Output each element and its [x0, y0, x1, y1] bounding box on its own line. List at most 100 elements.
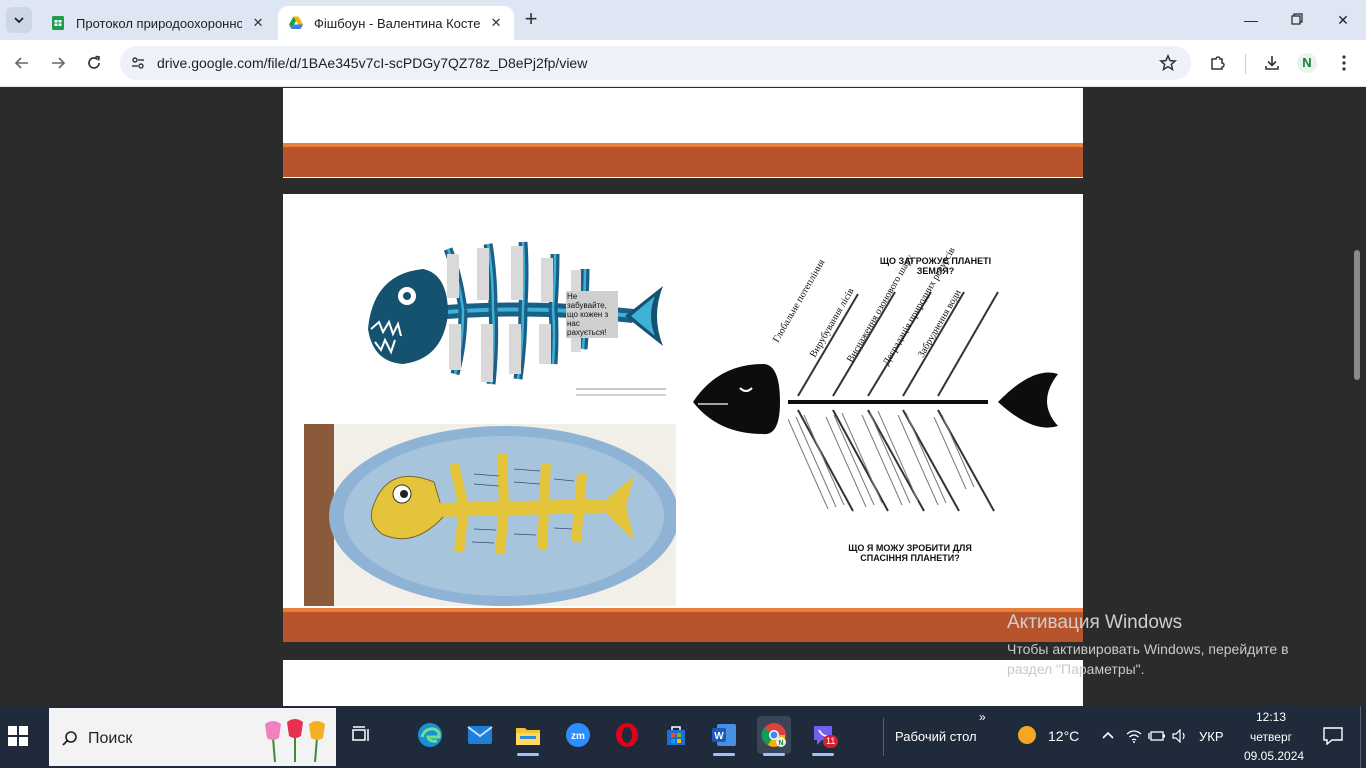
tray-battery[interactable]: [1148, 729, 1166, 746]
taskbar-store[interactable]: [659, 716, 693, 754]
taskbar-opera[interactable]: [610, 716, 644, 754]
sun-icon: [1018, 726, 1036, 744]
language-indicator[interactable]: УКР: [1199, 729, 1224, 744]
clock-time[interactable]: 12:13: [1256, 710, 1286, 724]
slide-bottom-band: [283, 143, 1083, 177]
start-button[interactable]: [8, 726, 30, 748]
tab-title: Фішбоун - Валентина Костенк: [314, 15, 481, 31]
temperature[interactable]: 12°C: [1048, 728, 1079, 744]
taskbar-mail[interactable]: [463, 716, 497, 754]
browser-toolbar: drive.google.com/file/d/1BAe345v7cI-scPD…: [0, 40, 1366, 87]
tray-volume[interactable]: [1172, 728, 1188, 746]
store-icon: [667, 726, 685, 745]
image-caption-placeholder: [576, 388, 666, 390]
site-info-icon[interactable]: [130, 55, 146, 71]
tab-search-button[interactable]: [6, 7, 32, 33]
tab-fishbone[interactable]: Фішбоун - Валентина Костенк ✕: [278, 6, 514, 40]
clock-date[interactable]: 09.05.2024: [1244, 749, 1304, 763]
new-tab-button[interactable]: +: [520, 8, 542, 31]
fishbone-drawing-photo: [304, 424, 676, 606]
close-icon[interactable]: ✕: [488, 15, 504, 31]
show-desktop-button[interactable]: [1360, 706, 1361, 768]
slide-bottom-band: [283, 608, 1083, 642]
restore-icon: [1291, 13, 1303, 25]
download-icon: [1265, 56, 1279, 70]
taskbar-file-explorer[interactable]: [511, 716, 545, 756]
toolbar-divider: [1245, 54, 1246, 74]
fishbone-illustration-1: [368, 241, 663, 385]
menu-button[interactable]: [1332, 51, 1356, 75]
google-sheets-icon: [52, 16, 64, 30]
minimize-button[interactable]: —: [1231, 8, 1271, 32]
puzzle-icon: [1211, 56, 1225, 70]
windows-taskbar: Поиск zm W N 11 Рабочий стол » 12°C УКР …: [0, 706, 1366, 768]
taskbar-viber[interactable]: 11: [806, 716, 840, 756]
reload-button[interactable]: [82, 51, 106, 75]
activation-title: Активация Windows: [1007, 612, 1183, 633]
fish-note: Не забувайте, що кожен з нас рахується!: [566, 291, 618, 338]
task-view-icon: [352, 726, 369, 741]
restore-button[interactable]: [1277, 8, 1317, 32]
clock-weekday[interactable]: четверг: [1250, 730, 1292, 744]
speaker-icon: [1172, 728, 1185, 744]
tulips-icon: [265, 719, 325, 762]
taskbar-divider: [883, 718, 884, 756]
opera-icon: [616, 723, 638, 747]
viewer-scrollbar[interactable]: [1354, 250, 1360, 380]
taskbar-zoom[interactable]: zm: [561, 716, 595, 754]
notifications-button[interactable]: [1323, 727, 1343, 748]
windows-activation-watermark: Активация Windows Чтобы активировать Win…: [1007, 612, 1337, 679]
tray-overflow-button[interactable]: [1101, 728, 1115, 745]
tab-title: Протокол природоохоронної: [76, 15, 243, 31]
back-button[interactable]: [10, 51, 34, 75]
arrow-left-icon: [14, 57, 28, 69]
battery-plug-icon: [1148, 731, 1165, 741]
search-label: Поиск: [88, 730, 133, 747]
tray-network[interactable]: [1126, 729, 1142, 746]
image-caption-placeholder: [576, 394, 666, 396]
notification-icon: [1323, 727, 1343, 746]
url-text: drive.google.com/file/d/1BAe345v7cI-scPD…: [157, 55, 588, 71]
forward-button[interactable]: [46, 51, 70, 75]
desktop-toolbar-label[interactable]: Рабочий стол: [895, 729, 977, 744]
downloads-button[interactable]: [1260, 51, 1284, 75]
weather-widget[interactable]: [1012, 716, 1042, 754]
search-icon: [62, 731, 77, 746]
viber-badge: 11: [823, 735, 839, 748]
svg-text:W: W: [714, 731, 724, 742]
close-window-button[interactable]: ✕: [1323, 8, 1363, 32]
taskbar-chrome[interactable]: N: [757, 716, 791, 756]
fish2-bottom-title: ЩО Я МОЖУ ЗРОБИТИ ДЛЯ СПАСІННЯ ПЛАНЕТИ?: [848, 543, 972, 563]
chevron-up-icon: [1102, 731, 1114, 739]
folder-icon: [516, 728, 540, 745]
next-slide: [283, 660, 1083, 706]
taskbar-search[interactable]: Поиск: [49, 708, 336, 766]
chevron-down-icon: [14, 17, 24, 24]
svg-text:zm: zm: [571, 731, 585, 742]
tab-strip: Протокол природоохоронної ✕ Фішбоун - Ва…: [0, 0, 1366, 40]
activation-text: Чтобы активировать Windows, перейдите в …: [1007, 641, 1289, 677]
windows-logo-icon: [8, 726, 28, 746]
word-icon: W: [712, 724, 736, 746]
mail-icon: [467, 726, 493, 744]
address-bar[interactable]: drive.google.com/file/d/1BAe345v7cI-scPD…: [120, 46, 1191, 80]
google-drive-icon: [289, 16, 303, 29]
reload-icon: [88, 55, 100, 69]
fishbone-slide: Не забувайте, що кожен з нас рахується!: [283, 194, 1083, 612]
chrome-icon: N: [761, 723, 786, 747]
close-icon[interactable]: ✕: [250, 15, 266, 31]
svg-text:N: N: [778, 740, 783, 747]
edge-icon: [418, 723, 442, 747]
toolbar-overflow-chevron[interactable]: »: [979, 710, 986, 724]
taskbar-edge[interactable]: [413, 716, 447, 754]
wifi-icon: [1126, 730, 1142, 743]
zoom-icon: zm: [566, 723, 590, 747]
profile-avatar[interactable]: N: [1297, 53, 1317, 73]
tab-protocol[interactable]: Протокол природоохоронної ✕: [40, 6, 276, 40]
taskbar-word[interactable]: W: [707, 716, 741, 756]
extensions-button[interactable]: [1206, 51, 1230, 75]
task-view-button[interactable]: [343, 716, 377, 754]
arrow-right-icon: [52, 57, 66, 69]
star-icon[interactable]: [1159, 54, 1177, 72]
kebab-menu-icon: [1342, 55, 1346, 71]
